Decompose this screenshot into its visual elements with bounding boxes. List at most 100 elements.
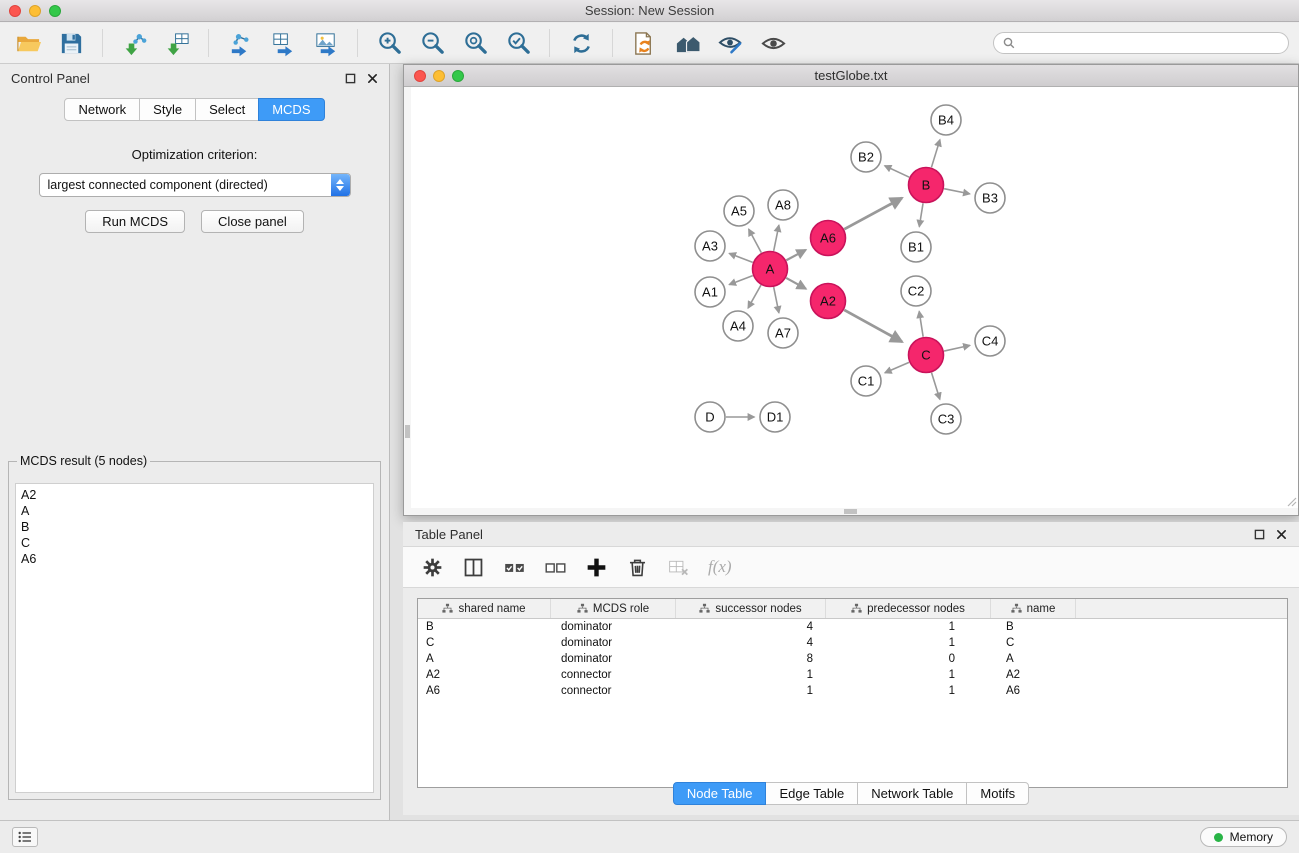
minimize-network-window-button[interactable] [433, 70, 445, 82]
scrollbar-thumb[interactable] [405, 425, 410, 438]
select-all-columns-button[interactable] [501, 554, 527, 580]
mcds-result-item[interactable]: A6 [21, 551, 368, 567]
close-panel-button[interactable] [366, 72, 378, 84]
home-button[interactable] [669, 26, 705, 60]
graph-node-A2[interactable]: A2 [811, 284, 846, 319]
graph-edge-A-A5[interactable] [749, 229, 762, 253]
graph-edge-B-B2[interactable] [885, 166, 910, 177]
table-row[interactable]: A6connector11A6 [418, 683, 1287, 699]
deselect-all-columns-button[interactable] [542, 554, 568, 580]
zoom-selected-button[interactable] [500, 26, 536, 60]
zoom-out-button[interactable] [414, 26, 450, 60]
table-row[interactable]: Adominator80A [418, 651, 1287, 667]
graph-node-A1[interactable]: A1 [695, 277, 725, 307]
graph-node-C1[interactable]: C1 [851, 366, 881, 396]
open-file-button[interactable] [10, 26, 46, 60]
save-session-button[interactable] [53, 26, 89, 60]
graph-edge-C-C1[interactable] [885, 362, 909, 372]
horizontal-scrollbar[interactable] [404, 508, 1298, 515]
graph-node-D[interactable]: D [695, 402, 725, 432]
mcds-result-item[interactable]: B [21, 519, 368, 535]
zoom-window-button[interactable] [49, 5, 61, 17]
graph-edge-A-A1[interactable] [729, 276, 752, 285]
table-settings-button[interactable] [419, 554, 445, 580]
graph-node-A4[interactable]: A4 [723, 311, 753, 341]
create-column-button[interactable] [583, 554, 609, 580]
network-canvas[interactable]: B4B2BB3A5A8A6B1A3AA1C2A2A4A7C4C1CC3DD1 [411, 87, 1298, 508]
graph-node-B[interactable]: B [909, 168, 944, 203]
graph-edge-C-C3[interactable] [932, 373, 940, 400]
column-header-shared-name[interactable]: shared name [418, 599, 551, 618]
float-table-panel-button[interactable] [1253, 528, 1265, 540]
graph-node-A8[interactable]: A8 [768, 190, 798, 220]
export-table-button[interactable] [265, 26, 301, 60]
graph-edge-A-A7[interactable] [774, 287, 779, 313]
criterion-dropdown[interactable]: largest connected component (directed) [39, 173, 351, 197]
graph-node-A[interactable]: A [753, 252, 788, 287]
graph-edge-B-B3[interactable] [944, 189, 970, 194]
close-table-panel-button[interactable] [1275, 528, 1287, 540]
export-image-button[interactable] [308, 26, 344, 60]
network-window-titlebar[interactable]: testGlobe.txt [404, 65, 1298, 87]
tab-motifs[interactable]: Motifs [966, 782, 1029, 805]
graph-node-B3[interactable]: B3 [975, 183, 1005, 213]
run-mcds-button[interactable]: Run MCDS [85, 210, 185, 233]
minimize-window-button[interactable] [29, 5, 41, 17]
column-header-predecessor-nodes[interactable]: predecessor nodes [826, 599, 991, 618]
export-network-button[interactable] [222, 26, 258, 60]
delete-table-button[interactable] [665, 554, 691, 580]
graph-edge-C-C2[interactable] [919, 311, 923, 336]
graph-node-A7[interactable]: A7 [768, 318, 798, 348]
resize-grip-icon[interactable] [1285, 495, 1297, 507]
refresh-button[interactable] [563, 26, 599, 60]
graph-node-C2[interactable]: C2 [901, 276, 931, 306]
zoom-in-button[interactable] [371, 26, 407, 60]
annotations-button[interactable] [712, 26, 748, 60]
scrollbar-thumb[interactable] [844, 509, 857, 514]
tab-node-table[interactable]: Node Table [673, 782, 767, 805]
table-row[interactable]: A2connector11A2 [418, 667, 1287, 683]
graph-edge-A-A6[interactable] [786, 250, 805, 260]
show-columns-button[interactable] [460, 554, 486, 580]
graph-node-A6[interactable]: A6 [811, 221, 846, 256]
tab-select[interactable]: Select [195, 98, 259, 121]
mcds-result-item[interactable]: C [21, 535, 368, 551]
table-row[interactable]: Cdominator41C [418, 635, 1287, 651]
mcds-result-item[interactable]: A [21, 503, 368, 519]
column-header-name[interactable]: name [991, 599, 1076, 618]
graph-edge-A2-C[interactable] [844, 310, 902, 342]
zoom-network-window-button[interactable] [452, 70, 464, 82]
delete-column-button[interactable] [624, 554, 650, 580]
graph-node-B1[interactable]: B1 [901, 232, 931, 262]
function-builder-button[interactable]: f(x) [706, 557, 732, 577]
open-panels-button[interactable] [626, 26, 662, 60]
tab-network[interactable]: Network [64, 98, 140, 121]
vertical-scrollbar[interactable] [404, 87, 411, 508]
graph-edge-B-B4[interactable] [931, 140, 940, 168]
network-canvas-svg[interactable]: B4B2BB3A5A8A6B1A3AA1C2A2A4A7C4C1CC3DD1 [411, 87, 1298, 508]
graph-node-C[interactable]: C [909, 338, 944, 373]
column-header-MCDS-role[interactable]: MCDS role [551, 599, 676, 618]
dropdown-stepper[interactable] [331, 174, 350, 196]
close-panel-button-label[interactable]: Close panel [201, 210, 304, 233]
graph-node-A3[interactable]: A3 [695, 231, 725, 261]
zoom-fit-button[interactable] [457, 26, 493, 60]
tab-edge-table[interactable]: Edge Table [765, 782, 858, 805]
float-panel-button[interactable] [344, 72, 356, 84]
graph-node-D1[interactable]: D1 [760, 402, 790, 432]
search-input[interactable] [1020, 36, 1279, 50]
mcds-result-list[interactable]: A2ABCA6 [15, 483, 374, 793]
memory-button[interactable]: Memory [1200, 827, 1287, 847]
mcds-result-item[interactable]: A2 [21, 487, 368, 503]
close-window-button[interactable] [9, 5, 21, 17]
graph-edge-A-A3[interactable] [729, 253, 752, 262]
table-row[interactable]: Bdominator41B [418, 619, 1287, 635]
graph-edge-A-A4[interactable] [748, 285, 761, 308]
tab-mcds[interactable]: MCDS [258, 98, 324, 121]
graph-edge-A-A2[interactable] [786, 278, 806, 289]
graph-node-A5[interactable]: A5 [724, 196, 754, 226]
import-table-button[interactable] [159, 26, 195, 60]
column-header-successor-nodes[interactable]: successor nodes [676, 599, 826, 618]
graph-node-B2[interactable]: B2 [851, 142, 881, 172]
graph-edge-C-C4[interactable] [944, 345, 970, 351]
